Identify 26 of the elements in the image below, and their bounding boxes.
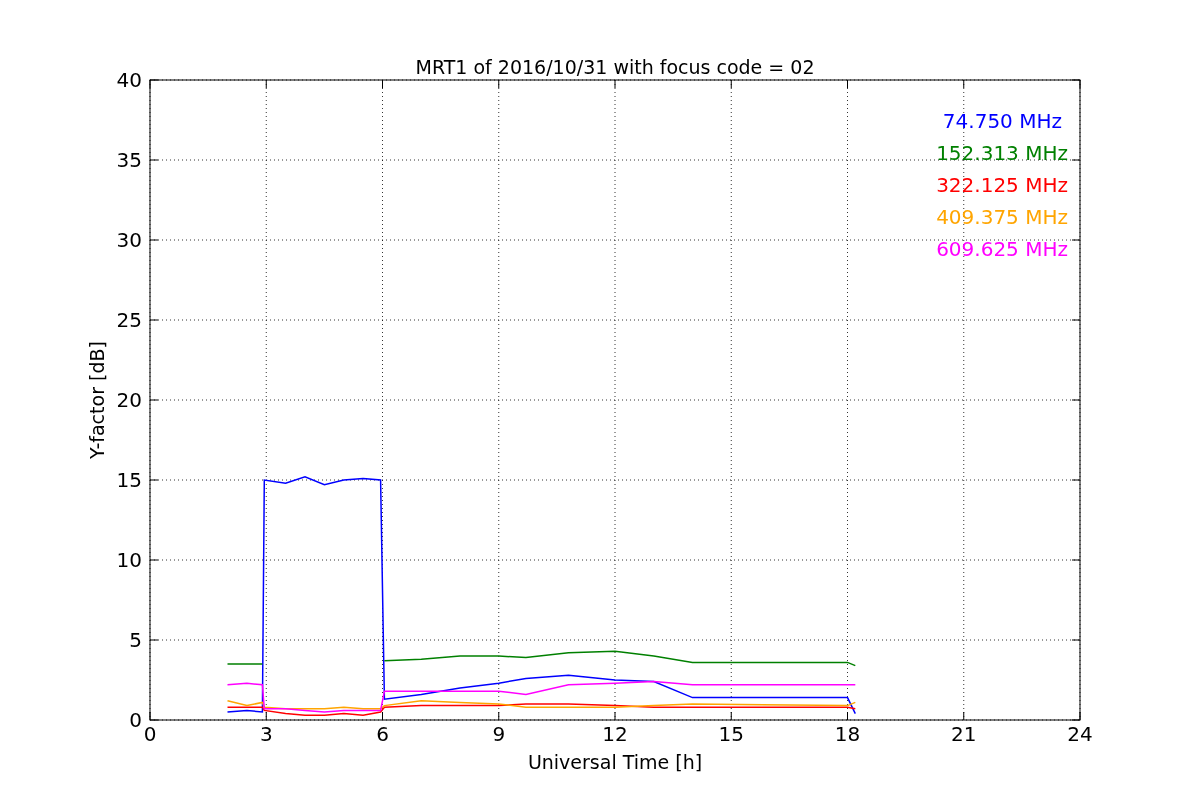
tick-label: 30: [116, 228, 142, 252]
tick-label: 10: [116, 548, 142, 572]
tick-label: 0: [143, 722, 157, 746]
legend-label: 152.313 MHz: [936, 141, 1068, 165]
tick-label: 25: [116, 308, 142, 332]
y-axis-label: Y-factor [dB]: [86, 341, 108, 459]
tick-label: 21: [951, 722, 977, 746]
tick-label: 12: [602, 722, 628, 746]
tick-label: 3: [259, 722, 273, 746]
tick-label: 9: [492, 722, 506, 746]
tick-label: 6: [376, 722, 389, 746]
tick-label: 24: [1067, 722, 1093, 746]
x-axis-label: Universal Time [h]: [527, 751, 703, 773]
chart-title: MRT1 of 2016/10/31 with focus code = 02: [415, 56, 815, 78]
legend-label: 74.750 MHz: [942, 109, 1062, 133]
tick-label: 20: [116, 388, 142, 412]
tick-label: 18: [834, 722, 861, 746]
tick-label: 15: [116, 468, 142, 492]
tick-label: 0: [129, 708, 142, 732]
legend-label: 322.125 MHz: [936, 173, 1068, 197]
tick-label: 40: [116, 68, 142, 92]
legend-label: 409.375 MHz: [936, 205, 1068, 229]
legend-label: 609.625 MHz: [936, 237, 1068, 261]
tick-label: 5: [129, 628, 142, 652]
tick-label: 35: [116, 148, 142, 172]
tick-label: 15: [718, 722, 744, 746]
